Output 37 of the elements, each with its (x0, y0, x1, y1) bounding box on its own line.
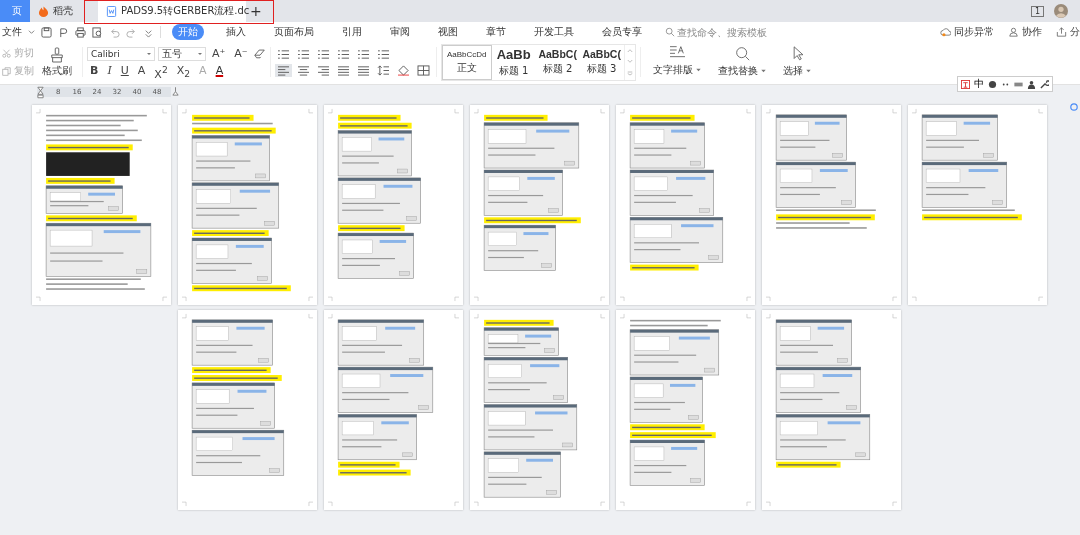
format-button[interactable]: X$_{2}$ (173, 63, 194, 78)
ribbon-tab[interactable]: 章节 (480, 24, 512, 40)
tool-label: 查找替换 (717, 64, 758, 78)
search-field[interactable]: 查找命令、搜索模板 (665, 26, 769, 38)
style-option[interactable]: AaBb 标题 1 (491, 44, 536, 80)
font-size-button[interactable]: A⁻ (231, 46, 251, 61)
style-option[interactable]: AaBbCcDd 正文 (441, 44, 492, 80)
file-menu[interactable]: 文件 (2, 25, 22, 39)
format-button[interactable]: X$^{2}$ (151, 63, 171, 78)
action-button[interactable]: 协作 (1008, 25, 1042, 39)
size-field[interactable]: 五号 (158, 46, 206, 61)
ribbon-tab[interactable]: 插入 (220, 24, 252, 40)
format-button[interactable]: I (104, 63, 115, 78)
format-button[interactable]: A (134, 63, 149, 78)
format-button[interactable]: A (212, 63, 227, 78)
action-button[interactable]: 分 (1056, 25, 1080, 39)
ribbon-tab[interactable]: 开发工具 (528, 24, 580, 40)
style-option[interactable]: AaBbC( 标题 2 (535, 44, 580, 80)
format-button[interactable]: U (117, 63, 132, 78)
style-option[interactable]: AaBbC( 标题 3 (579, 44, 624, 80)
ime-mode[interactable]: 中 (974, 79, 984, 89)
font-field[interactable]: Calibri (87, 46, 155, 61)
ribbon-tab[interactable]: 视图 (432, 24, 464, 40)
format-button[interactable]: B (87, 63, 102, 78)
tool-button[interactable]: 文字排版 (652, 44, 702, 80)
ribbon-tab[interactable]: 页面布局 (268, 24, 320, 40)
ribbon-tab[interactable]: 引用 (336, 24, 368, 40)
ribbon-tab[interactable]: 审阅 (384, 24, 416, 40)
font-size-button[interactable]: A⁺ (209, 46, 229, 61)
window-count[interactable]: 1 (1030, 5, 1044, 17)
tool-button[interactable]: 查找替换 (717, 46, 767, 78)
tool-label: 选择 (782, 64, 803, 78)
format-painter-button[interactable]: 格式刷 (42, 46, 72, 78)
ribbon-tab[interactable]: 会员专享 (596, 24, 648, 40)
action-button[interactable]: 同步异常 (940, 25, 994, 39)
tool-button[interactable]: 选择 (782, 46, 812, 78)
tool-label: 文字排版 (652, 62, 693, 77)
